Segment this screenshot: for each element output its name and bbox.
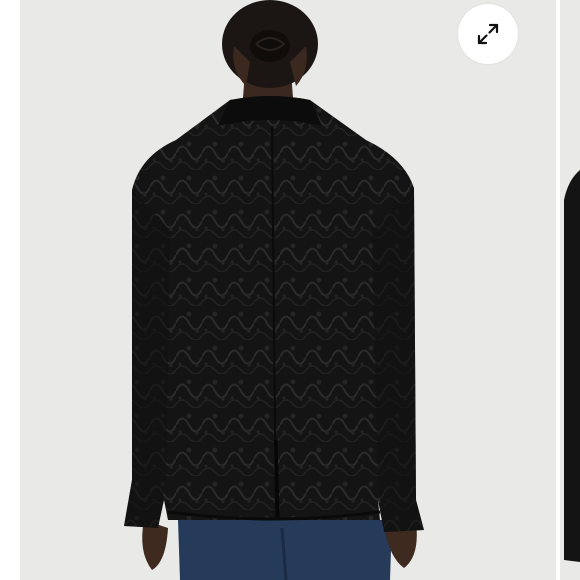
- next-product-photo-peek[interactable]: [560, 0, 580, 580]
- expand-image-button[interactable]: [458, 4, 518, 64]
- expand-arrows-icon: [477, 23, 499, 45]
- model-back-view-illustration: [124, 0, 424, 580]
- product-photo[interactable]: [20, 0, 556, 580]
- product-image-viewer: [0, 0, 580, 580]
- next-photo-blazer-edge: [564, 170, 580, 562]
